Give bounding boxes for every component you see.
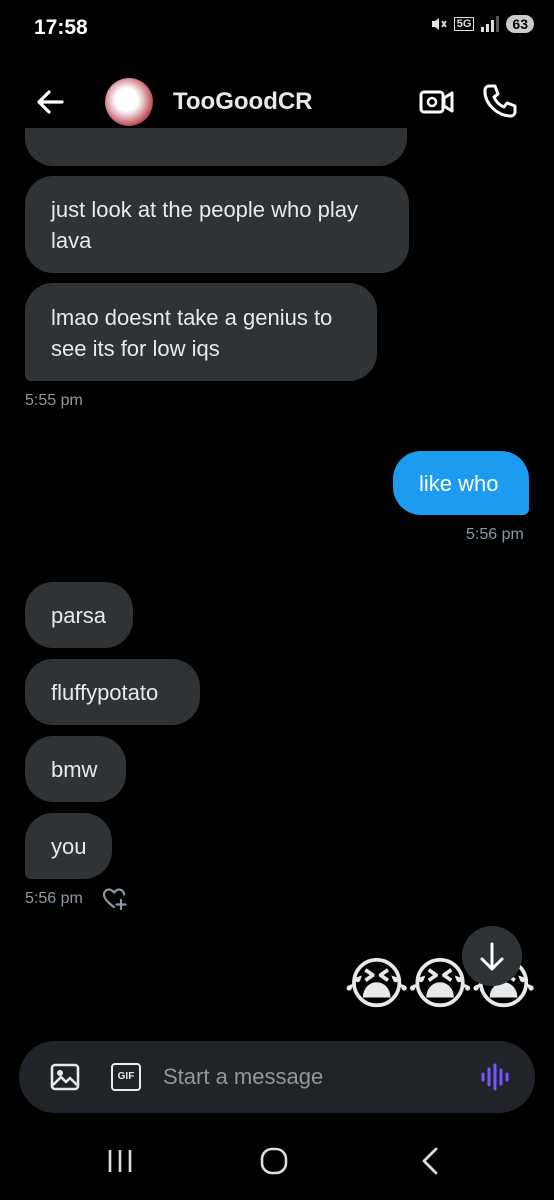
message-bubble[interactable]: you <box>25 813 112 879</box>
message-text: just look at the people who play lava <box>51 197 358 253</box>
message-text: you <box>51 834 87 859</box>
back-icon[interactable] <box>418 1146 442 1176</box>
message-bubble[interactable]: like who <box>393 451 529 515</box>
message-timestamp: 5:56 pm <box>25 890 83 907</box>
recents-icon[interactable] <box>106 1148 134 1174</box>
message-text: fluffypotato <box>51 680 159 705</box>
message-bubble[interactable]: bmw <box>25 736 126 802</box>
status-time: 17:58 <box>34 16 88 39</box>
voice-icon[interactable] <box>480 1062 510 1092</box>
avatar[interactable] <box>105 78 153 126</box>
message-bubble-partial <box>25 128 407 166</box>
battery-level: 63 <box>506 15 534 33</box>
scroll-to-bottom-button[interactable] <box>462 926 522 986</box>
message-timestamp: 5:55 pm <box>25 392 83 409</box>
message-bubble[interactable]: parsa <box>25 582 133 648</box>
back-arrow-icon[interactable] <box>32 84 68 120</box>
gif-icon[interactable]: GIF <box>111 1063 141 1091</box>
message-bubble[interactable]: lmao doesnt take a genius to see its for… <box>25 283 377 381</box>
status-icons: 5G 63 <box>430 15 534 33</box>
contact-name[interactable]: TooGoodCR <box>173 88 313 116</box>
message-text: parsa <box>51 603 107 628</box>
image-icon[interactable] <box>50 1063 80 1091</box>
home-icon[interactable] <box>259 1146 289 1176</box>
message-text: bmw <box>51 757 98 782</box>
message-bubble[interactable]: just look at the people who play lava <box>25 176 409 273</box>
mute-icon <box>431 18 447 30</box>
message-timestamp: 5:56 pm <box>466 526 524 543</box>
message-bubble[interactable]: fluffypotato <box>25 659 200 725</box>
message-text: lmao doesnt take a genius to see its for… <box>51 305 333 361</box>
phone-icon[interactable] <box>480 82 518 120</box>
message-text: like who <box>419 471 499 496</box>
signal-icon <box>481 16 500 32</box>
video-call-icon[interactable] <box>418 84 456 120</box>
message-input[interactable]: Start a message <box>163 1064 323 1090</box>
network-label: 5G <box>453 17 475 31</box>
heart-plus-icon[interactable] <box>102 887 128 911</box>
arrow-down-icon <box>480 942 504 971</box>
